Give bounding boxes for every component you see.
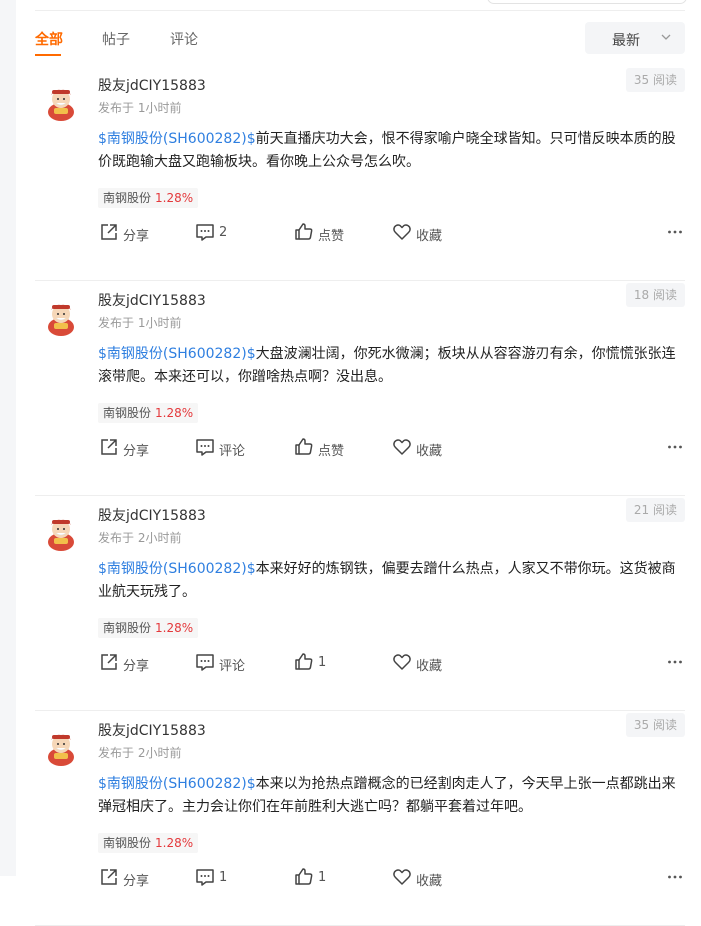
heart-icon — [393, 654, 411, 670]
stock-tag[interactable]: 南钢股份 1.28% — [98, 833, 199, 853]
avatar[interactable] — [41, 297, 81, 337]
comment-icon — [196, 869, 214, 886]
avatar[interactable] — [41, 82, 81, 122]
thumbs-up-icon — [295, 223, 313, 240]
post-time: 发布于 1小时前 — [98, 316, 182, 330]
sort-label: 最新 — [612, 33, 640, 49]
stock-tag-change: 1.28% — [155, 836, 194, 850]
stock-tag[interactable]: 南钢股份 1.28% — [98, 618, 199, 638]
stock-tag[interactable]: 南钢股份 1.28% — [98, 188, 199, 208]
top-divider — [35, 10, 685, 11]
post-time: 发布于 2小时前 — [98, 746, 182, 760]
avatar[interactable] — [41, 512, 81, 552]
comment-icon — [196, 439, 214, 456]
stock-tag-name: 南钢股份 — [103, 836, 152, 850]
favorite-label: 收藏 — [416, 659, 443, 674]
like-label: 点赞 — [318, 229, 345, 244]
post-time: 发布于 2小时前 — [98, 531, 182, 545]
stock-tag-change: 1.28% — [155, 406, 194, 420]
post-card: 股友jdCIY15883 发布于 1小时前 35 阅读 $南钢股份(SH6002… — [35, 66, 685, 281]
left-gutter — [0, 0, 16, 876]
stock-tag[interactable]: 南钢股份 1.28% — [98, 403, 199, 423]
tab-posts[interactable]: 帖子 — [102, 29, 130, 49]
share-icon — [101, 654, 117, 670]
post-body: $南钢股份(SH600282)$前天直播庆功大会，恨不得家喻户晓全球皆知。只可惜… — [98, 128, 685, 174]
share-label: 分享 — [123, 874, 150, 889]
post-card: 股友jdCIY15883 发布于 2小时前 21 阅读 $南钢股份(SH6002… — [35, 496, 685, 711]
username[interactable]: 股友jdCIY15883 — [98, 290, 206, 310]
heart-icon — [393, 869, 411, 885]
read-count-badge: 21 阅读 — [625, 498, 685, 522]
post-actions: 分享 评论 点赞 收藏 — [98, 433, 685, 463]
favorite-label: 收藏 — [416, 444, 443, 459]
chevron-down-icon — [661, 34, 671, 40]
comment-label: 评论 — [219, 659, 246, 674]
stock-tag-name: 南钢股份 — [103, 406, 152, 420]
thumbs-up-icon — [295, 653, 313, 670]
stock-link[interactable]: $南钢股份(SH600282)$ — [98, 776, 256, 792]
filter-tabs: 全部 帖子 评论 最新 — [35, 22, 685, 56]
thumbs-up-icon — [295, 438, 313, 455]
more-options-icon[interactable] — [667, 439, 683, 455]
like-label: 1 — [318, 870, 327, 885]
share-icon — [101, 224, 117, 240]
read-count-badge: 35 阅读 — [625, 68, 685, 92]
post-body: $南钢股份(SH600282)$大盘波澜壮阔，你死水微澜；板块从从容容游刃有余，… — [98, 343, 685, 389]
username[interactable]: 股友jdCIY15883 — [98, 75, 206, 95]
share-label: 分享 — [123, 444, 150, 459]
tab-all[interactable]: 全部 — [35, 29, 63, 49]
stock-tag-change: 1.28% — [155, 621, 194, 635]
post-actions: 分享 1 1 收藏 — [98, 863, 685, 893]
share-label: 分享 — [123, 229, 150, 244]
share-icon — [101, 869, 117, 885]
top-search-box-edge[interactable] — [487, 0, 687, 4]
post-actions: 分享 2 点赞 收藏 — [98, 218, 685, 248]
username[interactable]: 股友jdCIY15883 — [98, 720, 206, 740]
stock-tag-name: 南钢股份 — [103, 191, 152, 205]
comment-label: 评论 — [219, 444, 246, 459]
heart-icon — [393, 439, 411, 455]
comment-icon — [196, 654, 214, 671]
like-label: 点赞 — [318, 444, 345, 459]
more-options-icon[interactable] — [667, 654, 683, 670]
tab-active-underline — [35, 54, 61, 56]
more-options-icon[interactable] — [667, 224, 683, 240]
favorite-label: 收藏 — [416, 874, 443, 889]
post-body: $南钢股份(SH600282)$本来好好的炼钢铁，偏要去蹭什么热点，人家又不带你… — [98, 558, 685, 604]
comment-icon — [196, 224, 214, 241]
post-card: 股友jdCIY15883 发布于 2小时前 35 阅读 $南钢股份(SH6002… — [35, 711, 685, 926]
post-time: 发布于 1小时前 — [98, 101, 182, 115]
favorite-label: 收藏 — [416, 229, 443, 244]
stock-tag-change: 1.28% — [155, 191, 194, 205]
post-card: 股友jdCIY15883 发布于 1小时前 18 阅读 $南钢股份(SH6002… — [35, 281, 685, 496]
share-label: 分享 — [123, 659, 150, 674]
heart-icon — [393, 224, 411, 240]
comment-label: 1 — [219, 870, 228, 885]
share-icon — [101, 439, 117, 455]
stock-link[interactable]: $南钢股份(SH600282)$ — [98, 131, 256, 147]
read-count-badge: 35 阅读 — [625, 713, 685, 737]
comment-label: 2 — [219, 225, 228, 240]
sort-dropdown[interactable]: 最新 — [585, 22, 685, 54]
avatar[interactable] — [41, 727, 81, 767]
username[interactable]: 股友jdCIY15883 — [98, 505, 206, 525]
stock-tag-name: 南钢股份 — [103, 621, 152, 635]
like-label: 1 — [318, 655, 327, 670]
post-body: $南钢股份(SH600282)$本来以为抢热点蹭概念的已经割肉走人了，今天早上张… — [98, 773, 685, 819]
thumbs-up-icon — [295, 868, 313, 885]
stock-link[interactable]: $南钢股份(SH600282)$ — [98, 561, 256, 577]
read-count-badge: 18 阅读 — [625, 283, 685, 307]
tab-comments[interactable]: 评论 — [170, 29, 198, 49]
post-list: 股友jdCIY15883 发布于 1小时前 35 阅读 $南钢股份(SH6002… — [35, 66, 685, 926]
post-actions: 分享 评论 1 收藏 — [98, 648, 685, 678]
stock-link[interactable]: $南钢股份(SH600282)$ — [98, 346, 256, 362]
more-options-icon[interactable] — [667, 869, 683, 885]
